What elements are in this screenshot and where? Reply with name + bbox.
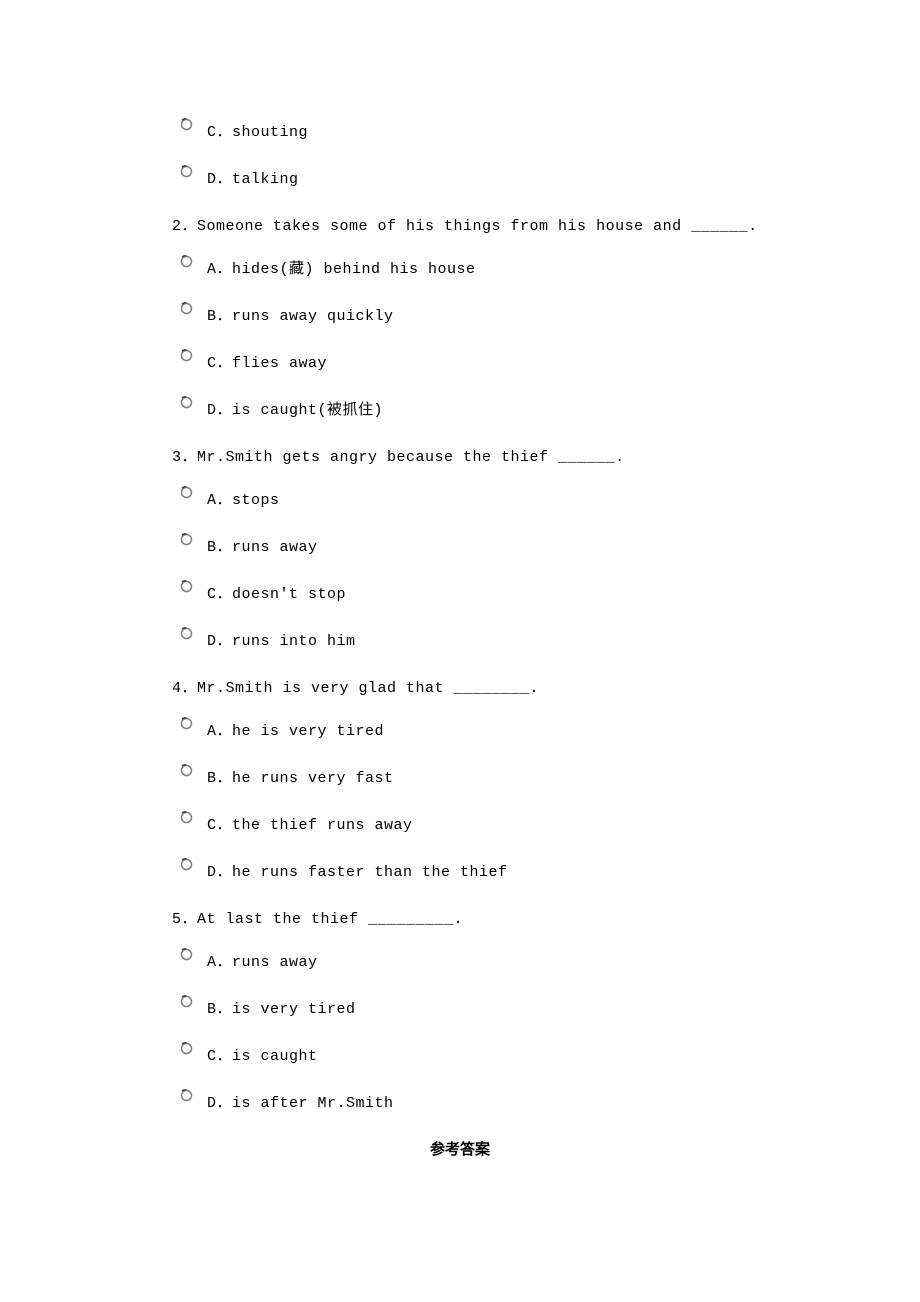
radio-icon[interactable] [180,349,193,362]
option-row: A．runs away [180,950,920,971]
option-row: C．doesn't stop [180,582,920,603]
radio-icon[interactable] [180,396,193,409]
radio-icon[interactable] [180,486,193,499]
radio-icon[interactable] [180,1089,193,1102]
option-row: C．shouting [180,120,920,141]
radio-icon[interactable] [180,948,193,961]
option-row: A．hides(藏) behind his house [180,257,920,278]
radio-icon[interactable] [180,255,193,268]
option-row: A．stops [180,488,920,509]
option-label: B．runs away [207,535,318,556]
radio-icon[interactable] [180,302,193,315]
radio-icon[interactable] [180,580,193,593]
option-row: C．flies away [180,351,920,372]
option-label: C．the thief runs away [207,813,413,834]
radio-icon[interactable] [180,811,193,824]
question-stem: 3．Mr.Smith gets angry because the thief … [172,445,920,466]
radio-icon[interactable] [180,165,193,178]
option-label: A．he is very tired [207,719,384,740]
option-row: B．runs away quickly [180,304,920,325]
option-row: D．is after Mr.Smith [180,1091,920,1112]
option-row: B．runs away [180,535,920,556]
question-stem: 5．At last the thief _________. [172,907,920,928]
question-stem: 2．Someone takes some of his things from … [172,214,920,235]
option-label: C．shouting [207,120,308,141]
radio-icon[interactable] [180,118,193,131]
radio-icon[interactable] [180,717,193,730]
radio-icon[interactable] [180,995,193,1008]
option-label: D．he runs faster than the thief [207,860,508,881]
option-label: B．is very tired [207,997,356,1018]
radio-icon[interactable] [180,858,193,871]
option-label: C．is caught [207,1044,318,1065]
option-label: C．doesn't stop [207,582,346,603]
option-label: D．is caught(被抓住) [207,398,383,419]
radio-icon[interactable] [180,1042,193,1055]
radio-icon[interactable] [180,533,193,546]
option-row: D．runs into him [180,629,920,650]
option-label: B．he runs very fast [207,766,394,787]
radio-icon[interactable] [180,764,193,777]
option-row: D．talking [180,167,920,188]
option-row: C．the thief runs away [180,813,920,834]
option-row: C．is caught [180,1044,920,1065]
option-row: B．he runs very fast [180,766,920,787]
option-label: B．runs away quickly [207,304,394,325]
option-row: D．he runs faster than the thief [180,860,920,881]
radio-icon[interactable] [180,627,193,640]
option-row: A．he is very tired [180,719,920,740]
option-label: D．is after Mr.Smith [207,1091,394,1112]
option-label: A．stops [207,488,280,509]
question-stem: 4．Mr.Smith is very glad that ________. [172,676,920,697]
option-row: D．is caught(被抓住) [180,398,920,419]
answer-heading: 参考答案 [0,1138,920,1159]
option-label: D．talking [207,167,299,188]
option-label: A．hides(藏) behind his house [207,257,476,278]
option-row: B．is very tired [180,997,920,1018]
option-label: D．runs into him [207,629,356,650]
option-label: C．flies away [207,351,327,372]
option-label: A．runs away [207,950,318,971]
